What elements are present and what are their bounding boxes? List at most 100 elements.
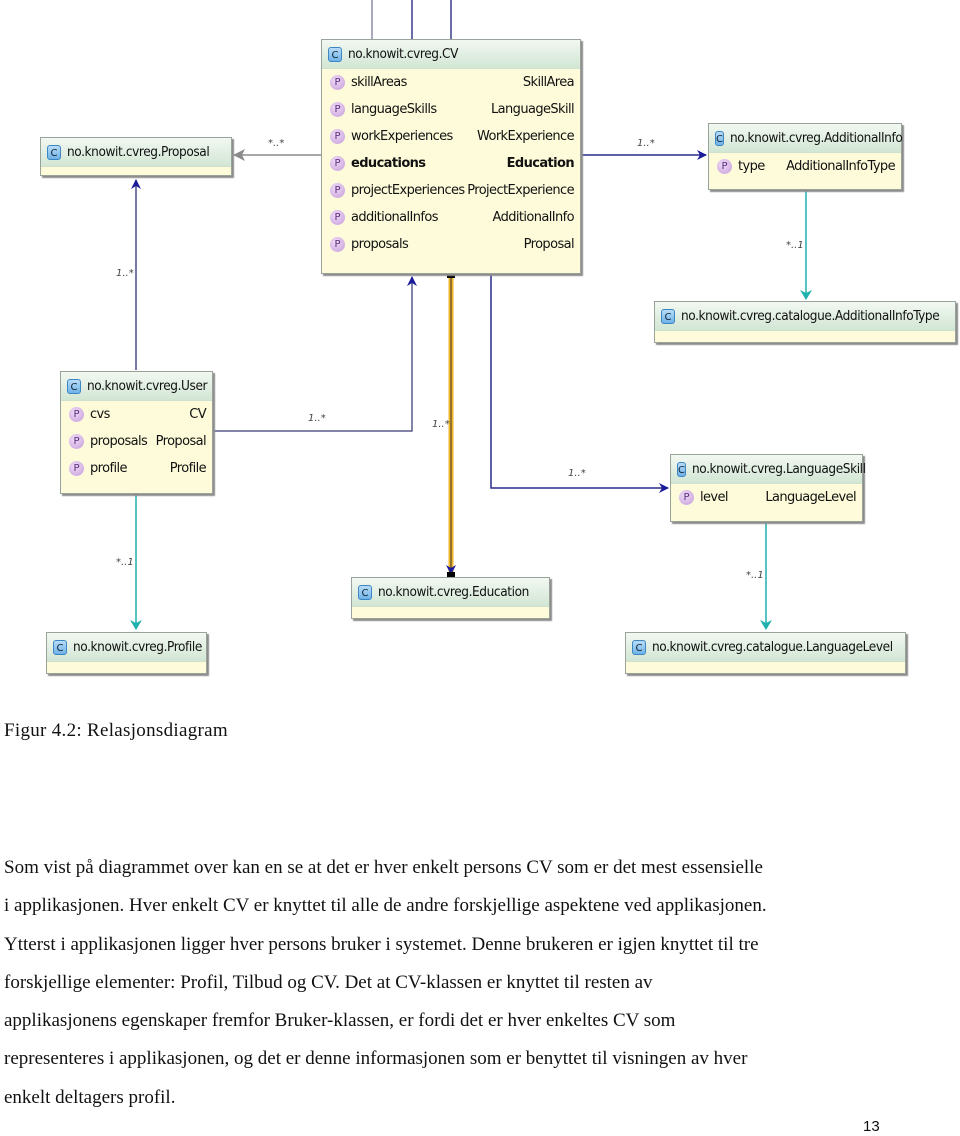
class-property-row[interactable]: Ptype AdditionalInfoType xyxy=(709,153,901,180)
class-language-level[interactable]: C no.knowit.cvreg.catalogue.LanguageLeve… xyxy=(625,632,906,674)
class-property-row[interactable]: Plevel LanguageLevel xyxy=(671,484,862,511)
class-property-row[interactable]: PprojectExperiences ProjectExperience xyxy=(322,177,580,204)
property-name: cvs xyxy=(90,407,110,422)
class-icon: C xyxy=(715,130,724,146)
class-additional-info-header: C no.knowit.cvreg.AdditionalInfo xyxy=(709,124,903,153)
property-icon: P xyxy=(69,434,84,449)
class-property-row[interactable]: Peducations Education xyxy=(322,150,580,177)
figure-caption: Figur 4.2: Relasjonsdiagram xyxy=(4,720,228,741)
property-name: projectExperiences xyxy=(351,183,465,198)
property-icon: P xyxy=(330,237,345,252)
body-line: enkelt deltagers profil. xyxy=(4,1086,176,1108)
class-cv[interactable]: C no.knowit.cvreg.CV PskillAreas SkillAre… xyxy=(321,39,581,274)
property-type: LanguageLevel xyxy=(765,490,856,505)
property-name: proposals xyxy=(90,434,148,449)
property-type: AdditionalInfoType xyxy=(786,159,896,174)
class-property-row[interactable]: PadditionalInfos AdditionalInfo xyxy=(322,204,580,231)
property-type: Proposal xyxy=(155,434,207,449)
class-icon: C xyxy=(53,639,67,655)
class-property-row[interactable]: PskillAreas SkillArea xyxy=(322,69,580,96)
property-type: Proposal xyxy=(523,237,575,252)
property-type: Education xyxy=(506,156,575,171)
class-icon: C xyxy=(677,461,686,477)
multiplicity-user-cv: 1..* xyxy=(308,413,326,424)
edge-cv-language-skill xyxy=(490,275,669,493)
property-type: LanguageSkill xyxy=(491,102,575,117)
multiplicity-additional-info-type: *..1 xyxy=(786,240,804,251)
class-property-row[interactable]: Pprofile Profile xyxy=(61,455,212,482)
property-type: Profile xyxy=(169,461,207,476)
property-name: educations xyxy=(351,156,426,171)
property-type: ProjectExperience xyxy=(467,183,574,198)
class-property-row[interactable]: PlanguageSkills LanguageSkill xyxy=(322,96,580,123)
class-name: no.knowit.cvreg.Profile xyxy=(73,639,202,655)
property-icon: P xyxy=(330,102,345,117)
class-icon: C xyxy=(328,46,342,62)
property-name: skillAreas xyxy=(351,75,407,90)
multiplicity-cv-proposal: *..* xyxy=(268,138,285,149)
property-icon: P xyxy=(330,183,345,198)
class-property-row[interactable]: Pproposals Proposal xyxy=(322,231,580,258)
class-property-row[interactable]: Pcvs CV xyxy=(61,401,212,428)
property-name: level xyxy=(700,490,729,505)
class-language-level-header: C no.knowit.cvreg.catalogue.LanguageLeve… xyxy=(626,633,905,662)
class-proposal[interactable]: C no.knowit.cvreg.Proposal xyxy=(40,137,232,176)
property-icon: P xyxy=(69,461,84,476)
class-name: no.knowit.cvreg.AdditionalInfo xyxy=(729,130,903,146)
class-name: no.knowit.cvreg.Proposal xyxy=(67,144,210,160)
property-icon: P xyxy=(679,490,694,505)
body-line: applikasjonens egenskaper fremfor Bruker… xyxy=(4,1010,676,1032)
class-additional-info-properties: Ptype AdditionalInfoType xyxy=(709,153,901,180)
property-type: AdditionalInfo xyxy=(492,210,575,225)
class-name: no.knowit.cvreg.catalogue.AdditionalInfo… xyxy=(681,308,940,324)
class-name: no.knowit.cvreg.catalogue.LanguageLevel xyxy=(652,639,893,655)
class-profile[interactable]: C no.knowit.cvreg.Profile xyxy=(46,632,207,674)
property-name: profile xyxy=(90,461,127,476)
class-language-skill[interactable]: C no.knowit.cvreg.LanguageSkill Plevel La… xyxy=(670,454,866,522)
relationship-diagram: *..* 1..* 1..* *..1 1..* 1..* 1..* *..1 … xyxy=(0,0,960,700)
page-number: 13 xyxy=(863,1118,880,1135)
class-language-skill-properties: Plevel LanguageLevel xyxy=(671,484,862,511)
body-line: i applikasjonen. Hver enkelt CV er knytt… xyxy=(4,895,767,917)
class-name: no.knowit.cvreg.Education xyxy=(378,584,529,600)
property-icon: P xyxy=(330,156,345,171)
property-icon: P xyxy=(69,407,84,422)
class-profile-header: C no.knowit.cvreg.Profile xyxy=(47,633,206,662)
property-type: WorkExperience xyxy=(476,129,575,144)
class-user[interactable]: C no.knowit.cvreg.User Pcvs CV Pproposals P… xyxy=(60,371,213,494)
class-name: no.knowit.cvreg.LanguageSkill xyxy=(691,461,866,477)
property-name: proposals xyxy=(351,237,409,252)
multiplicity-user-profile: *..1 xyxy=(116,557,134,568)
property-icon: P xyxy=(330,210,345,225)
property-type: SkillArea xyxy=(522,75,575,90)
class-education-header: C no.knowit.cvreg.Education xyxy=(352,578,549,607)
class-education[interactable]: C no.knowit.cvreg.Education xyxy=(351,577,550,619)
class-property-row[interactable]: PworkExperiences WorkExperience xyxy=(322,123,580,150)
property-icon: P xyxy=(330,75,345,90)
class-name: no.knowit.cvreg.User xyxy=(87,378,208,394)
class-property-row[interactable]: Pproposals Proposal xyxy=(61,428,212,455)
class-proposal-header: C no.knowit.cvreg.Proposal xyxy=(41,138,231,167)
class-icon: C xyxy=(632,639,646,655)
property-icon: P xyxy=(330,129,345,144)
multiplicity-cv-education: 1..* xyxy=(432,419,450,430)
class-name: no.knowit.cvreg.CV xyxy=(348,46,459,62)
property-type: CV xyxy=(189,407,206,422)
property-name: type xyxy=(738,159,765,174)
property-icon: P xyxy=(717,159,732,174)
body-line: Ytterst i applikasjonen ligger hver pers… xyxy=(4,933,759,955)
class-cv-header: C no.knowit.cvreg.CV xyxy=(322,40,580,69)
class-additional-info[interactable]: C no.knowit.cvreg.AdditionalInfo Ptype Ad… xyxy=(708,123,903,190)
class-user-properties: Pcvs CV Pproposals Proposal Pprofile Profile xyxy=(61,401,212,482)
multiplicity-user-proposal: 1..* xyxy=(116,268,134,279)
class-icon: C xyxy=(661,308,675,324)
property-name: workExperiences xyxy=(351,129,453,144)
edge-user-cv xyxy=(213,276,417,432)
class-icon: C xyxy=(358,584,372,600)
body-line: representeres i applikasjonen, og det er… xyxy=(4,1048,748,1070)
body-paragraph: Som vist på diagrammet over kan en se at… xyxy=(4,849,944,1117)
class-user-header: C no.knowit.cvreg.User xyxy=(61,372,212,401)
property-name: additionalInfos xyxy=(351,210,439,225)
class-additional-info-type[interactable]: C no.knowit.cvreg.catalogue.AdditionalIn… xyxy=(654,301,956,343)
property-name: languageSkills xyxy=(351,102,437,117)
